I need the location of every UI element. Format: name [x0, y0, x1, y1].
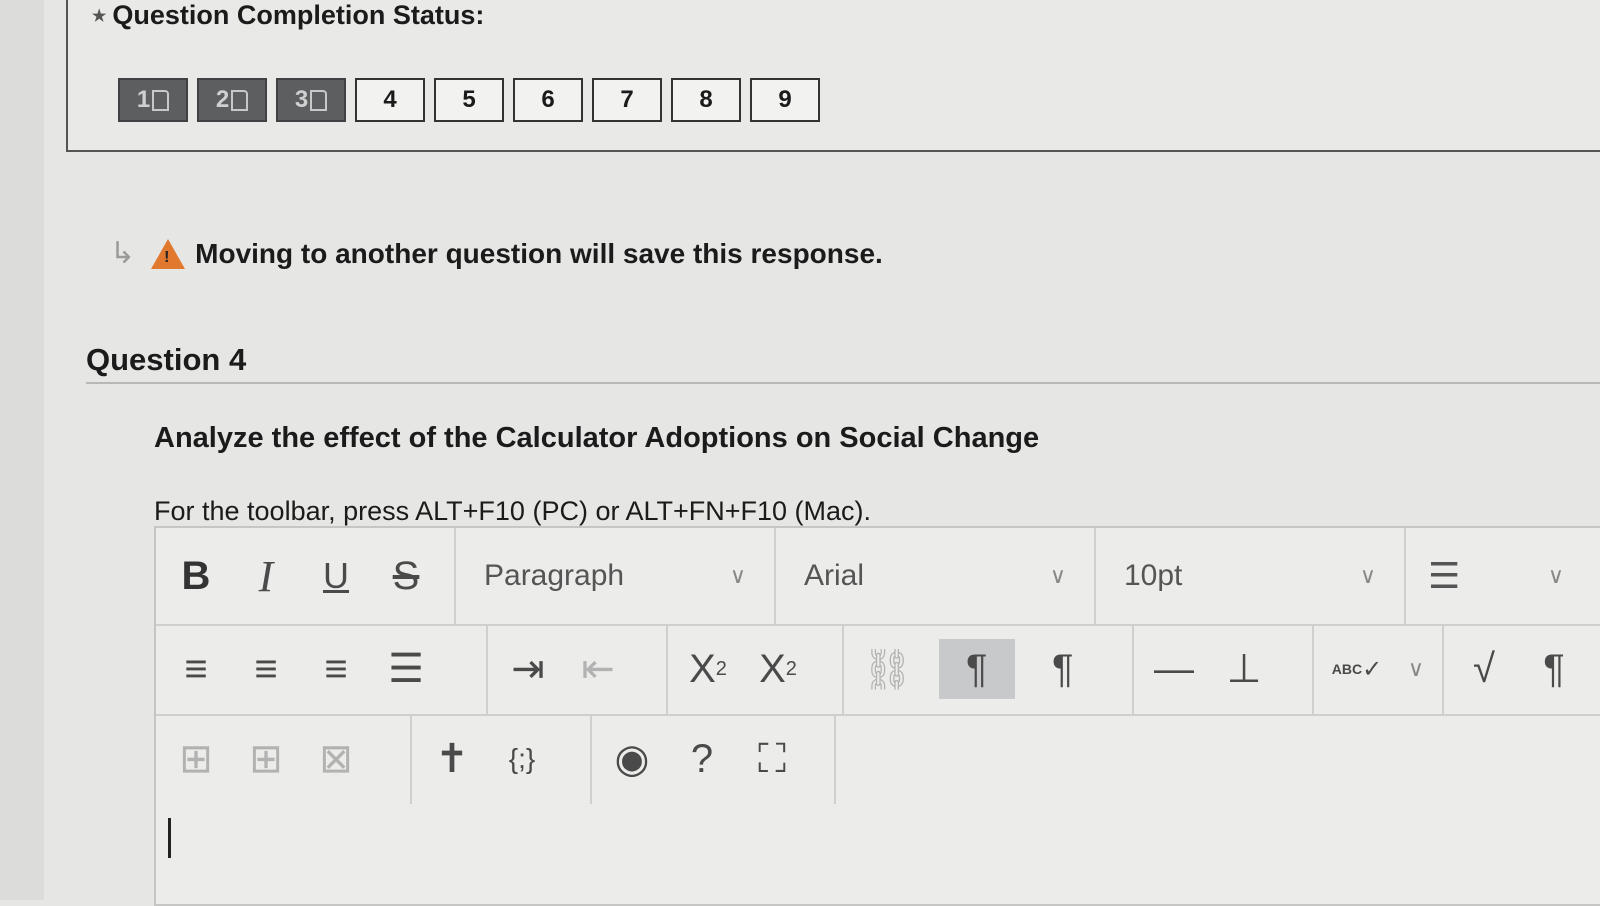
table-group: ⊞ ⊞ ⊠	[156, 714, 412, 804]
toolbar-row-1: B I U S Paragraph ∨ Arial ∨ 10pt ∨ ☰ ∨	[156, 528, 1600, 626]
chevron-down-icon: ∨	[1547, 563, 1564, 588]
collapse-star-icon[interactable]: ★	[92, 6, 106, 26]
chevron-down-icon: ∨	[729, 563, 746, 588]
fullscreen-icon[interactable]: ⛶	[750, 729, 794, 789]
direction-group: ⛓ ¶ ¶	[844, 624, 1134, 714]
math-group: √ ¶	[1444, 624, 1594, 714]
answered-doc-icon	[152, 89, 170, 111]
source-code-icon[interactable]: {;}	[500, 729, 544, 789]
justify-icon[interactable]: ☰	[384, 639, 428, 699]
answered-doc-icon	[231, 89, 249, 111]
question-nav-4[interactable]: 4	[355, 78, 425, 122]
rtl-icon[interactable]: ¶	[1041, 639, 1085, 699]
font-size-select-value: 10pt	[1124, 559, 1183, 592]
chevron-down-icon[interactable]: ∨	[1408, 656, 1424, 682]
question-nav-1[interactable]: 1	[118, 78, 188, 122]
paragraph-select[interactable]: Paragraph ∨	[456, 528, 776, 624]
question-prompt: Analyze the effect of the Calculator Ado…	[154, 422, 1040, 454]
font-size-select[interactable]: 10pt ∨	[1096, 528, 1406, 624]
table-row-icon[interactable]: ⊞	[244, 729, 288, 789]
table-delete-icon[interactable]: ⊠	[314, 729, 358, 789]
align-group: ≡ ≡ ≡ ☰	[156, 624, 488, 714]
font-select[interactable]: Arial ∨	[776, 528, 1096, 624]
subscript-button[interactable]: X2	[756, 639, 800, 699]
insert-icon[interactable]: ⊥	[1222, 639, 1266, 699]
rich-text-editor: B I U S Paragraph ∨ Arial ∨ 10pt ∨ ☰ ∨ ≡…	[154, 526, 1600, 906]
toolbar-row-2: ≡ ≡ ≡ ☰ ⇥ ⇤ X2 X2 ⛓ ¶ ¶ — ⊥ ABC ✓ ∨ √ ¶	[156, 624, 1600, 716]
completion-status-title: ★ Question Completion Status:	[92, 0, 484, 31]
insert-group: — ⊥	[1134, 624, 1314, 714]
spellcheck-icon[interactable]: ABC ✓	[1332, 639, 1382, 699]
paragraph-mark-icon[interactable]: ¶	[1532, 639, 1576, 699]
align-left-icon[interactable]: ≡	[174, 639, 218, 699]
align-right-icon[interactable]: ≡	[314, 639, 358, 699]
align-center-icon[interactable]: ≡	[244, 639, 288, 699]
table-icon[interactable]: ⊞	[174, 729, 218, 789]
horizontal-line-icon[interactable]: —	[1152, 639, 1196, 699]
font-select-value: Arial	[804, 559, 865, 592]
indent-icon[interactable]: ⇥	[506, 639, 550, 699]
indent-group: ⇥ ⇤	[488, 624, 668, 714]
strikethrough-button[interactable]: S	[384, 546, 428, 606]
notice-text: Moving to another question will save thi…	[195, 237, 883, 269]
math-icon[interactable]: √	[1462, 639, 1506, 699]
format-group: B I U S	[156, 528, 456, 624]
save-notice: ↳ ! Moving to another question will save…	[110, 236, 883, 271]
help-icon[interactable]: ?	[680, 729, 724, 789]
answered-doc-icon	[310, 89, 328, 111]
warning-icon: !	[151, 238, 186, 269]
question-nav-9[interactable]: 9	[750, 78, 820, 122]
chevron-down-icon: ∨	[1359, 563, 1376, 588]
spellcheck-group: ABC ✓ ∨	[1314, 624, 1444, 714]
italic-button[interactable]: I	[244, 546, 288, 606]
preview-eye-icon[interactable]: ◉	[610, 729, 654, 789]
toolbar-hint: For the toolbar, press ALT+F10 (PC) or A…	[154, 496, 872, 526]
question-nav-8[interactable]: 8	[671, 78, 741, 122]
chevron-down-icon: ∨	[1049, 563, 1066, 588]
paragraph-select-value: Paragraph	[484, 559, 625, 592]
editor-text-cursor[interactable]	[168, 818, 171, 858]
question-nav-2[interactable]: 2	[197, 78, 267, 122]
question-nav-3[interactable]: 3	[276, 78, 346, 122]
question-heading: Question 4	[86, 342, 1600, 384]
underline-button[interactable]: U	[314, 546, 358, 606]
question-nav-7[interactable]: 7	[592, 78, 662, 122]
status-title-text: Question Completion Status:	[112, 0, 485, 30]
left-rail	[0, 0, 44, 900]
question-nav: 1 2 3 4 5 6 7 8 9	[118, 78, 820, 122]
remove-link-icon[interactable]: ⛓	[862, 639, 913, 699]
view-group: ◉ ? ⛶	[592, 714, 836, 804]
question-nav-6[interactable]: 6	[513, 78, 583, 122]
outdent-icon[interactable]: ⇤	[576, 639, 620, 699]
question-nav-5[interactable]: 5	[434, 78, 504, 122]
bold-button[interactable]: B	[174, 546, 218, 606]
script-group: X2 X2	[668, 624, 844, 714]
accessibility-group: ✝ {;}	[412, 714, 592, 804]
superscript-button[interactable]: X2	[686, 639, 730, 699]
list-icon: ☰	[1428, 555, 1461, 596]
accessibility-icon[interactable]: ✝	[430, 729, 474, 789]
list-select[interactable]: ☰ ∨	[1406, 528, 1586, 624]
return-arrow-icon: ↳	[110, 237, 136, 270]
ltr-icon[interactable]: ¶	[938, 639, 1015, 699]
toolbar-row-3: ⊞ ⊞ ⊠ ✝ {;} ◉ ? ⛶	[156, 714, 1600, 804]
